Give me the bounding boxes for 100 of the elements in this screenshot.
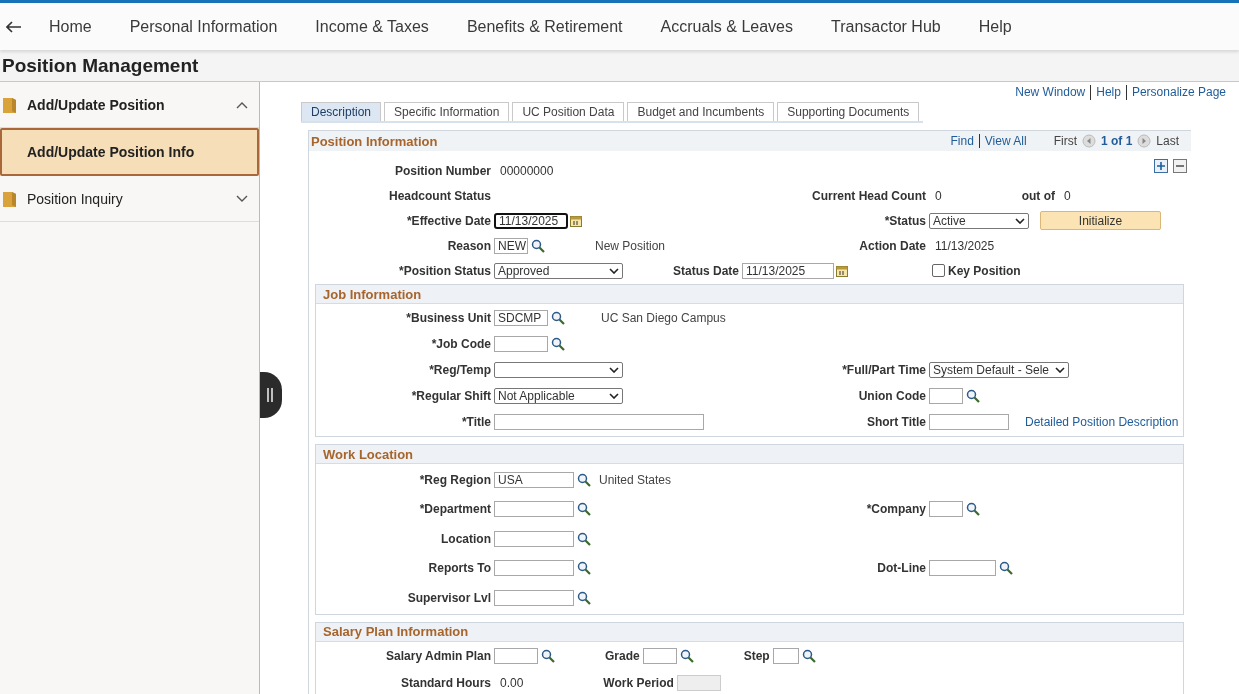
text-field[interactable]: SDCMP — [494, 310, 548, 326]
nav-link[interactable]: Benefits & Retirement — [466, 17, 623, 36]
nav-link[interactable]: Home — [49, 17, 92, 36]
field-label: *Status — [884, 213, 926, 228]
tab[interactable]: UC Position Data — [512, 102, 625, 121]
calendar-icon[interactable] — [836, 264, 849, 277]
section-title: Job Information — [323, 286, 422, 302]
search-icon[interactable] — [577, 472, 591, 487]
description-link[interactable]: Detailed Position Description — [1025, 415, 1179, 429]
section-title: Position Information — [311, 133, 438, 149]
page-link[interactable]: New Window — [1010, 85, 1091, 100]
field-label: Work Period — [603, 676, 674, 690]
dropdown[interactable]: Approved — [494, 262, 623, 279]
checkbox[interactable] — [932, 264, 945, 277]
page-count: 1 of 1 — [1100, 134, 1133, 148]
field-label: Position Number — [395, 163, 491, 178]
text-field[interactable] — [929, 388, 963, 404]
field-label: Status Date — [673, 263, 740, 278]
text-field[interactable] — [772, 648, 799, 664]
view-all-link[interactable]: View All — [978, 134, 1032, 148]
search-icon[interactable] — [966, 389, 980, 403]
chevron-icon — [236, 100, 248, 109]
search-icon[interactable] — [541, 649, 555, 663]
next-icon[interactable] — [1137, 134, 1152, 148]
text-field[interactable] — [929, 414, 1009, 430]
collapse-handle-icon[interactable] — [260, 372, 282, 418]
search-icon[interactable] — [577, 561, 591, 576]
field-value: 0.00 — [500, 676, 524, 690]
dropdown[interactable]: Not Applicable — [494, 388, 623, 404]
tab[interactable]: Specific Information — [384, 102, 510, 121]
sidebar-group[interactable]: Position Inquiry — [0, 176, 259, 222]
field-value: 0 — [1064, 188, 1071, 203]
field-label: Grade — [605, 649, 640, 663]
text-field[interactable] — [642, 648, 677, 664]
text-field[interactable]: NEW — [494, 237, 528, 254]
field-label: out of — [1021, 188, 1055, 203]
page-link[interactable]: Personalize Page — [1125, 85, 1231, 100]
nav-link[interactable]: Help — [978, 17, 1012, 36]
chevron-icon — [609, 367, 619, 373]
field-description: United States — [599, 472, 672, 487]
add-row-icon[interactable] — [1154, 159, 1168, 173]
text-field[interactable] — [494, 530, 574, 547]
disabled-field — [676, 675, 721, 691]
back-arrow-icon[interactable] — [6, 20, 22, 33]
dropdown[interactable] — [494, 362, 623, 378]
search-icon[interactable] — [577, 590, 591, 605]
search-icon[interactable] — [999, 561, 1013, 576]
field-label: *Reg/Temp — [429, 363, 491, 377]
field-label: *Full/Part Time — [842, 363, 926, 377]
sidebar-label: Add/Update Position — [27, 96, 166, 113]
date-field[interactable]: 11/13/2025 — [494, 212, 568, 229]
nav-link[interactable]: Transactor Hub — [831, 17, 941, 36]
search-icon[interactable] — [531, 238, 545, 253]
search-icon[interactable] — [577, 502, 591, 517]
text-field[interactable] — [494, 648, 538, 664]
dropdown[interactable]: System Default - Sele — [929, 362, 1069, 378]
search-icon[interactable] — [801, 649, 816, 663]
search-icon[interactable] — [577, 531, 591, 546]
text-field[interactable] — [929, 560, 996, 577]
text-field[interactable] — [494, 501, 574, 518]
folder-icon — [2, 95, 18, 114]
text-field[interactable] — [494, 336, 548, 352]
field-label: Short Title — [866, 415, 926, 429]
field-description: UC San Diego Campus — [601, 311, 726, 325]
field-label: *Business Unit — [406, 311, 491, 325]
text-field[interactable] — [929, 501, 963, 518]
field-value: 11/13/2025 — [935, 238, 995, 253]
text-field[interactable] — [494, 560, 574, 577]
pager-label: Last — [1156, 134, 1179, 148]
text-field[interactable] — [494, 414, 704, 430]
page-title: Position Management — [2, 54, 199, 77]
field-label: Current Head Count — [812, 188, 926, 203]
date-field[interactable]: 11/13/2025 — [742, 262, 835, 279]
nav-link[interactable]: Accruals & Leaves — [660, 17, 793, 36]
search-icon[interactable] — [551, 337, 565, 351]
section-title: Salary Plan Information — [323, 624, 469, 639]
search-icon[interactable] — [551, 311, 565, 325]
nav-link[interactable]: Personal Information — [129, 17, 278, 36]
page-link[interactable]: Help — [1090, 85, 1126, 100]
search-icon[interactable] — [679, 649, 694, 663]
nav-link[interactable]: Income & Taxes — [315, 17, 429, 36]
tab[interactable]: Budget and Incumbents — [627, 102, 775, 121]
dropdown[interactable]: Active — [929, 212, 1029, 229]
search-icon[interactable] — [966, 502, 980, 517]
field-label: Salary Admin Plan — [386, 649, 491, 663]
text-field[interactable]: USA — [494, 471, 574, 488]
tab[interactable]: Supporting Documents — [777, 102, 920, 121]
field-label: Reason — [447, 238, 491, 253]
field-label: Supervisor Lvl — [407, 590, 491, 605]
calendar-icon[interactable] — [570, 214, 582, 227]
field-value: 0 — [935, 188, 942, 203]
text-field[interactable] — [494, 589, 574, 606]
sidebar-item[interactable]: Add/Update Position Info — [0, 128, 259, 176]
tab[interactable]: Description — [301, 102, 382, 121]
delete-row-icon[interactable] — [1173, 159, 1187, 173]
field-label: Location — [441, 531, 491, 546]
find-link[interactable]: Find — [945, 134, 979, 148]
previous-icon[interactable] — [1081, 134, 1096, 148]
field-value: 00000000 — [500, 163, 554, 178]
initialize-button[interactable]: Initialize — [1040, 211, 1161, 230]
